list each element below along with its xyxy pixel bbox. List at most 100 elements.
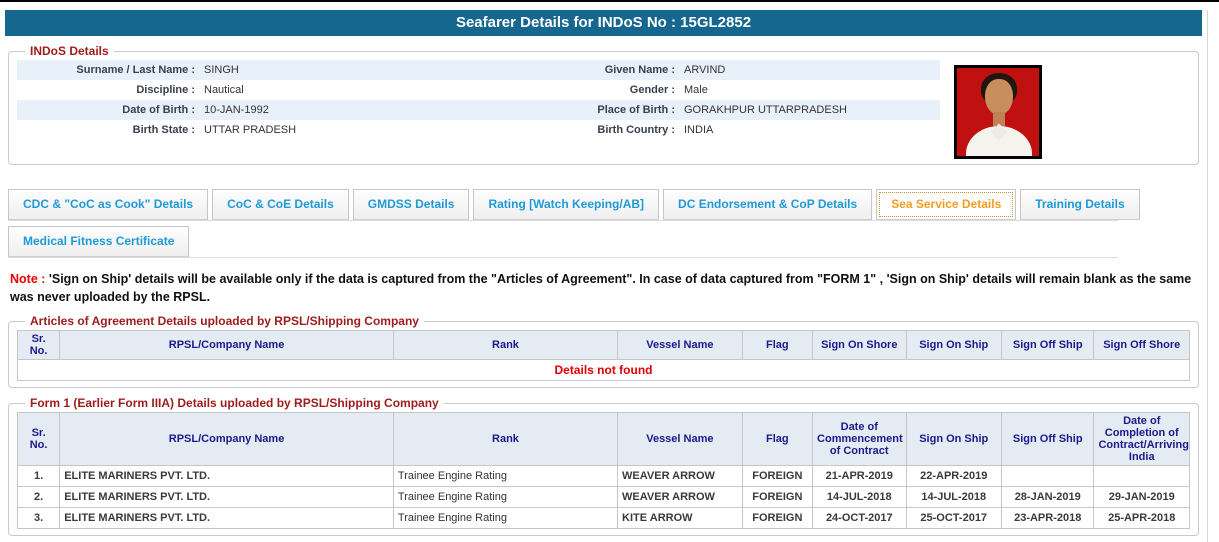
detail-row: Birth State : UTTAR PRADESH Birth Country …: [17, 120, 940, 140]
column-header: Vessel Name: [617, 330, 743, 360]
note-text: Note : 'Sign on Ship' details will be av…: [10, 271, 1197, 306]
table-cell: 28-JAN-2019: [1000, 486, 1095, 508]
column-header: Sign On Ship: [905, 330, 1002, 360]
column-header: Flag: [741, 330, 814, 360]
articles-table: Sr. No. RPSL/Company Name Rank Vessel Name F…: [16, 330, 1190, 381]
tab-strip-row2: Medical Fitness Certificate: [8, 226, 1118, 258]
column-header: Date of Commencement of Contract: [812, 412, 907, 466]
articles-of-agreement-fieldset: Articles of Agreement Details uploaded b…: [8, 314, 1199, 388]
articles-header-row: Sr. No. RPSL/Company Name Rank Vessel Name F…: [16, 330, 1190, 360]
table-cell: FOREIGN: [741, 507, 814, 529]
column-header: Sign Off Ship: [1000, 412, 1095, 466]
column-header: RPSL/Company Name: [59, 330, 394, 360]
column-header: RPSL/Company Name: [59, 412, 394, 466]
table-cell: 25-APR-2018: [1093, 507, 1190, 529]
articles-body: Details not found: [17, 359, 1190, 381]
form1-header-row: Sr. No. RPSL/Company Name Rank Vessel Name F…: [16, 412, 1190, 466]
field-label: Discipline :: [136, 84, 195, 96]
tab-coc-coe-details[interactable]: CoC & CoE Details: [212, 189, 349, 220]
page-container: Seafarer Details for INDoS No : 15GL2852…: [0, 10, 1208, 542]
field-label: Given Name :: [604, 64, 675, 76]
field-value: Nautical: [204, 84, 244, 96]
tab-strip-row1: CDC & "CoC as Cook" Details CoC & CoE Det…: [8, 189, 1140, 221]
column-header: Sr. No.: [16, 330, 61, 360]
table-cell: 22-APR-2019: [905, 465, 1002, 487]
table-cell: 14-JUL-2018: [905, 486, 1002, 508]
note-body: 'Sign on Ship' details will be available…: [10, 272, 1192, 304]
table-cell: ELITE MARINERS PVT. LTD.: [59, 486, 394, 508]
table-cell: Trainee Engine Rating: [392, 465, 619, 487]
form1-fieldset: Form 1 (Earlier Form IIIA) Details uploa…: [8, 396, 1199, 536]
tab-rating-watch-keeping-ab[interactable]: Rating [Watch Keeping/AB]: [473, 189, 660, 220]
column-header: Rank: [392, 330, 619, 360]
table-cell: 25-OCT-2017: [905, 507, 1002, 529]
top-border-line: [0, 0, 1219, 2]
table-row: 3. ELITE MARINERS PVT. LTD. Trainee Engine…: [16, 507, 1190, 529]
form1-legend: Form 1 (Earlier Form IIIA) Details uploa…: [30, 396, 439, 410]
table-row: 2. ELITE MARINERS PVT. LTD. Trainee Engine…: [16, 486, 1190, 508]
tab-cdc-coc-as-cook-details[interactable]: CDC & "CoC as Cook" Details: [8, 189, 209, 220]
field-label: Birth Country :: [597, 124, 675, 136]
tab-medical-fitness-certificate[interactable]: Medical Fitness Certificate: [8, 226, 190, 257]
field-value: 10-JAN-1992: [204, 104, 269, 116]
table-cell: 3.: [16, 507, 61, 529]
note-prefix: Note :: [10, 272, 46, 286]
column-header: Date of Completion of Contract/Arriving …: [1093, 412, 1190, 466]
table-row: 1. ELITE MARINERS PVT. LTD. Trainee Engine…: [16, 465, 1190, 487]
table-cell: 29-JAN-2019: [1093, 486, 1190, 508]
field-label: Date of Birth :: [122, 104, 195, 116]
table-cell: WEAVER ARROW: [617, 486, 743, 508]
field-value: SINGH: [204, 64, 239, 76]
table-cell: [1000, 465, 1095, 487]
table-cell: FOREIGN: [741, 486, 814, 508]
field-label: Gender :: [629, 84, 675, 96]
column-header: Sign On Ship: [905, 412, 1002, 466]
table-cell: 2.: [16, 486, 61, 508]
column-header: Sr. No.: [16, 412, 61, 466]
field-value: Male: [684, 84, 708, 96]
table-cell: 21-APR-2019: [812, 465, 907, 487]
table-cell: [1093, 465, 1190, 487]
indos-details-fieldset: INDoS Details Surname / Last Name : SINGH…: [8, 44, 1199, 165]
field-label: Birth State :: [132, 124, 195, 136]
tab-gmdss-details[interactable]: GMDSS Details: [352, 189, 470, 220]
detail-row: Discipline : Nautical Gender : Male: [17, 80, 940, 100]
seafarer-photo: [954, 65, 1042, 159]
field-label: Surname / Last Name :: [76, 64, 195, 76]
details-not-found-message: Details not found: [17, 359, 1190, 381]
field-value: INDIA: [684, 124, 714, 136]
tab-sea-service-details[interactable]: Sea Service Details: [876, 189, 1017, 220]
table-cell: Trainee Engine Rating: [392, 486, 619, 508]
table-cell: 23-APR-2018: [1000, 507, 1095, 529]
form1-body: 1. ELITE MARINERS PVT. LTD. Trainee Engine…: [16, 465, 1190, 529]
table-cell: ELITE MARINERS PVT. LTD.: [59, 465, 394, 487]
column-header: Sign Off Ship: [1000, 330, 1095, 360]
field-label: Place of Birth :: [597, 104, 675, 116]
articles-legend: Articles of Agreement Details uploaded b…: [30, 314, 419, 328]
field-value: GORAKHPUR UTTARPRADESH: [684, 104, 847, 116]
empty-row: Details not found: [17, 359, 1190, 381]
photo-face: [985, 79, 1013, 115]
field-value: UTTAR PRADESH: [204, 124, 297, 136]
table-cell: 14-JUL-2018: [812, 486, 907, 508]
column-header: Flag: [741, 412, 814, 466]
form1-table: Sr. No. RPSL/Company Name Rank Vessel Name F…: [16, 412, 1190, 529]
column-header: Vessel Name: [617, 412, 743, 466]
indos-details-legend: INDoS Details: [30, 44, 109, 58]
field-value: ARVIND: [684, 64, 726, 76]
column-header: Sign On Shore: [812, 330, 907, 360]
detail-row: Date of Birth : 10-JAN-1992 Place of Birth…: [17, 100, 940, 120]
table-cell: KITE ARROW: [617, 507, 743, 529]
table-cell: ELITE MARINERS PVT. LTD.: [59, 507, 394, 529]
table-cell: 24-OCT-2017: [812, 507, 907, 529]
table-cell: Trainee Engine Rating: [392, 507, 619, 529]
column-header: Sign Off Shore: [1093, 330, 1190, 360]
tab-dc-endorsement-cop-details[interactable]: DC Endorsement & CoP Details: [663, 189, 873, 220]
tab-training-details[interactable]: Training Details: [1020, 189, 1140, 220]
detail-row: Surname / Last Name : SINGH Given Name : AR…: [17, 60, 940, 80]
table-cell: WEAVER ARROW: [617, 465, 743, 487]
table-cell: FOREIGN: [741, 465, 814, 487]
page-title: Seafarer Details for INDoS No : 15GL2852: [5, 10, 1202, 36]
table-cell: 1.: [16, 465, 61, 487]
column-header: Rank: [392, 412, 619, 466]
